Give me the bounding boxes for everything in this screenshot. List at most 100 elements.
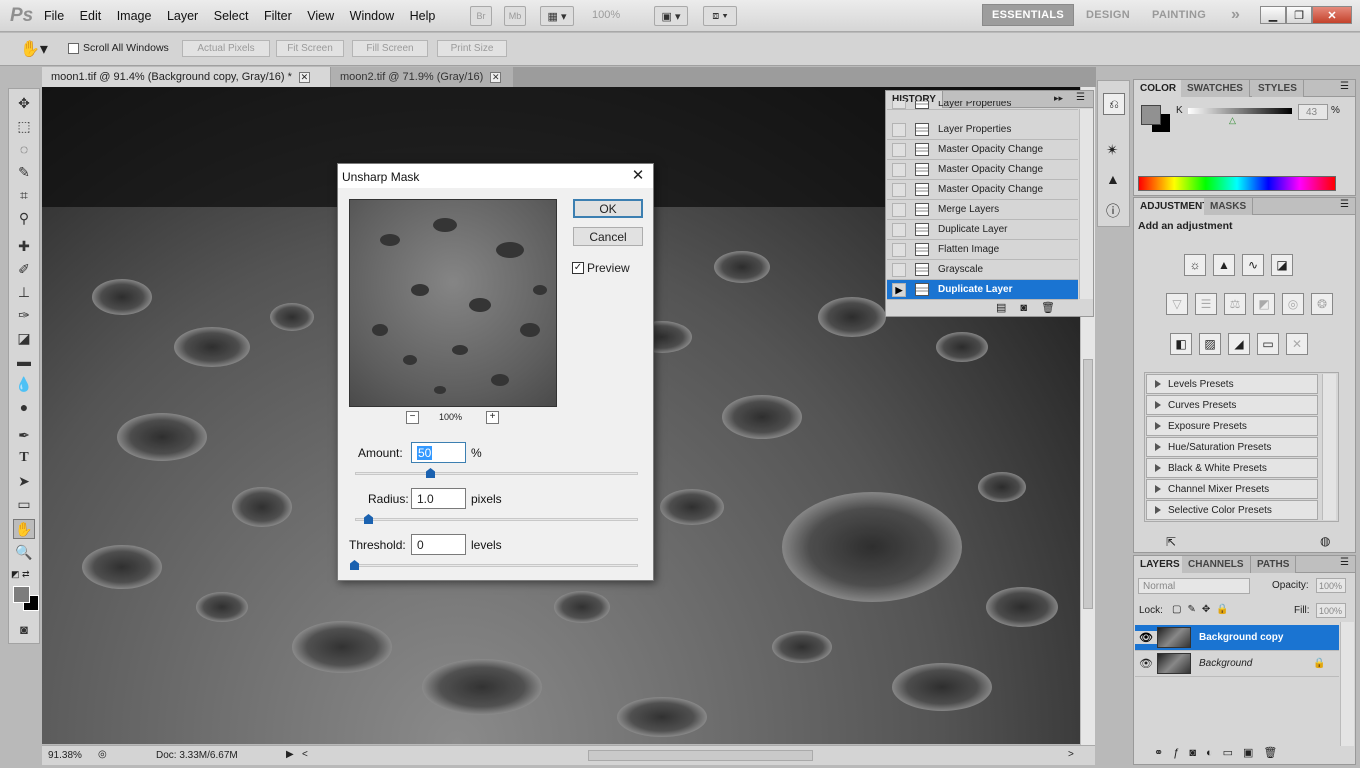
layers-footer-icons[interactable]: ⚭ƒ◙◐▭▣🗑 <box>1154 746 1287 759</box>
zoom-level-menu[interactable]: 100% <box>592 9 620 21</box>
curves-icon[interactable]: ∿ <box>1242 254 1264 276</box>
k-slider-thumb[interactable]: △ <box>1229 115 1236 126</box>
panel-menu-icon[interactable]: ☰ <box>1340 199 1349 210</box>
presets-scrollbar[interactable] <box>1322 374 1336 520</box>
close-tab-icon[interactable]: ✕ <box>490 71 502 83</box>
levels-icon[interactable]: ▲ <box>1213 254 1235 276</box>
amount-slider-thumb[interactable] <box>426 468 435 478</box>
move-tool-icon[interactable]: ✥ <box>13 93 35 113</box>
preset-black-white[interactable]: Black & White Presets <box>1146 458 1318 478</box>
histogram-icon[interactable]: ▲ <box>1106 171 1120 187</box>
history-brush-tool-icon[interactable]: ✑ <box>13 305 35 325</box>
default-colors-icon[interactable]: ◩ ⇄ <box>11 569 30 580</box>
menu-view[interactable]: View <box>307 9 334 23</box>
amount-slider[interactable] <box>355 472 638 475</box>
snapshot-box[interactable] <box>892 202 906 217</box>
quick-mask-icon[interactable]: ◙ <box>13 619 35 639</box>
eye-icon[interactable]: 👁 <box>1135 631 1157 644</box>
tab-moon2[interactable]: moon2.tif @ 71.9% (Gray/16) ✕ <box>331 67 513 87</box>
k-value[interactable]: 43 <box>1298 104 1328 120</box>
layer-row[interactable]: 👁 Background 🔒 <box>1135 651 1339 677</box>
close-window-icon[interactable]: ✕ <box>1312 6 1352 24</box>
tab-styles[interactable]: STYLES <box>1252 80 1304 97</box>
zoom-tool-icon[interactable]: 🔍 <box>13 542 35 562</box>
preset-exposure[interactable]: Exposure Presets <box>1146 416 1318 436</box>
marquee-tool-icon[interactable]: ⬚ <box>13 116 35 136</box>
opacity-input[interactable]: 100% <box>1316 578 1346 593</box>
minimize-icon[interactable]: ▁ <box>1260 6 1286 24</box>
color-balance-icon[interactable]: ⚖ <box>1224 293 1246 315</box>
lasso-tool-icon[interactable]: ◌ <box>13 139 35 159</box>
scroll-right-icon[interactable]: > <box>1068 749 1074 760</box>
workspace-design[interactable]: DESIGN <box>1077 4 1139 26</box>
preset-levels[interactable]: Levels Presets <box>1146 374 1318 394</box>
history-item[interactable]: Duplicate Layer <box>887 220 1078 240</box>
history-item[interactable]: Master Opacity Change <box>887 140 1078 160</box>
history-item[interactable]: Master Opacity Change <box>887 160 1078 180</box>
preset-hue-saturation[interactable]: Hue/Saturation Presets <box>1146 437 1318 457</box>
history-footer-icons[interactable]: ▤◙🗑 <box>996 301 1069 314</box>
panel-menu-icon[interactable]: ☰ <box>1340 81 1349 92</box>
horizontal-scroll-thumb[interactable] <box>588 750 813 761</box>
scroll-left-icon[interactable]: < <box>302 749 308 760</box>
menu-filter[interactable]: Filter <box>264 9 292 23</box>
workspace-painting[interactable]: PAINTING <box>1143 4 1215 26</box>
dodge-tool-icon[interactable]: ● <box>13 397 35 417</box>
more-workspaces-icon[interactable]: » <box>1222 4 1249 26</box>
status-icon[interactable]: ◎ <box>98 749 107 760</box>
menu-file[interactable]: File <box>44 9 64 23</box>
pen-tool-icon[interactable]: ✒ <box>13 425 35 445</box>
menu-layer[interactable]: Layer <box>167 9 198 23</box>
tab-layers[interactable]: LAYERS <box>1134 556 1187 573</box>
fit-screen-button[interactable]: Fit Screen <box>276 40 344 57</box>
layers-scrollbar[interactable] <box>1340 622 1354 746</box>
posterize-icon[interactable]: ▨ <box>1199 333 1221 355</box>
threshold-slider[interactable] <box>355 564 638 567</box>
close-tab-icon[interactable]: ✕ <box>298 71 310 83</box>
invert-icon[interactable]: ◧ <box>1170 333 1192 355</box>
exposure-icon[interactable]: ◪ <box>1271 254 1293 276</box>
tab-masks[interactable]: MASKS <box>1204 198 1254 215</box>
history-scrollbar[interactable] <box>1079 109 1093 299</box>
preset-selective-color[interactable]: Selective Color Presets <box>1146 500 1318 520</box>
panel-menu-icon[interactable]: ☰ <box>1340 557 1349 568</box>
snapshot-box[interactable] <box>892 101 906 109</box>
history-item[interactable]: Layer Properties <box>887 120 1078 140</box>
history-item[interactable]: Merge Layers <box>887 200 1078 220</box>
gradient-tool-icon[interactable]: ▬ <box>13 351 35 371</box>
snapshot-box[interactable] <box>892 182 906 197</box>
radius-input[interactable]: 1.0 <box>411 488 466 509</box>
mini-bridge-button[interactable]: Mb <box>504 6 526 26</box>
hand-tool-icon[interactable]: ✋ <box>13 519 35 539</box>
blur-tool-icon[interactable]: 💧 <box>13 374 35 394</box>
status-zoom[interactable]: 91.38% <box>48 750 82 761</box>
brush-tool-icon[interactable]: ✐ <box>13 259 35 279</box>
snapshot-box[interactable] <box>892 242 906 257</box>
bridge-button[interactable]: Br <box>470 6 492 26</box>
lock-options-icons[interactable]: ▢✎✥🔒 <box>1172 604 1235 615</box>
snapshot-box[interactable] <box>892 142 906 157</box>
color-foreground-swatch[interactable] <box>1141 105 1161 125</box>
eyedropper-tool-icon[interactable]: ⚲ <box>13 208 35 228</box>
tab-paths[interactable]: PATHS <box>1251 556 1297 573</box>
zoom-in-button[interactable]: + <box>486 411 499 424</box>
healing-brush-tool-icon[interactable]: ✚ <box>13 236 35 256</box>
filter-preview[interactable] <box>349 199 557 407</box>
history-item-selected[interactable]: ▶ Duplicate Layer <box>887 280 1078 300</box>
menu-help[interactable]: Help <box>410 9 436 23</box>
tab-color[interactable]: COLOR <box>1134 80 1184 97</box>
cancel-button[interactable]: Cancel <box>573 227 643 246</box>
preview-checkbox[interactable]: ✓ Preview <box>572 261 630 275</box>
history-item[interactable]: Grayscale <box>887 260 1078 280</box>
blend-mode-select[interactable]: Normal <box>1138 578 1250 594</box>
radius-slider-thumb[interactable] <box>364 514 373 524</box>
snapshot-box[interactable] <box>892 262 906 277</box>
checkbox-box[interactable] <box>68 42 79 54</box>
snapshot-box[interactable] <box>892 122 906 137</box>
k-slider[interactable] <box>1188 108 1292 114</box>
print-size-button[interactable]: Print Size <box>437 40 507 57</box>
hue-saturation-icon[interactable]: ☰ <box>1195 293 1217 315</box>
channel-mixer-icon[interactable]: ❂ <box>1311 293 1333 315</box>
actual-pixels-button[interactable]: Actual Pixels <box>182 40 270 57</box>
fill-input[interactable]: 100% <box>1316 603 1346 618</box>
